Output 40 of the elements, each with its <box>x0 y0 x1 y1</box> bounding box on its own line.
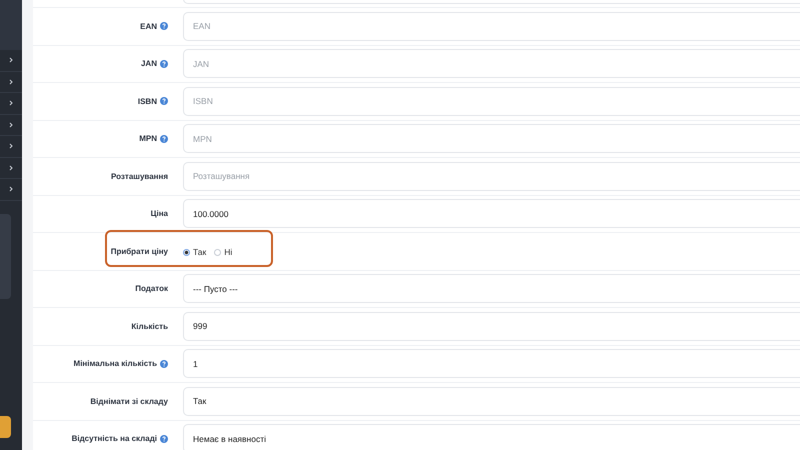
sidebar-button[interactable] <box>0 416 11 438</box>
chevron-icon[interactable] <box>9 143 13 150</box>
select-field[interactable]: Так <box>183 386 800 416</box>
field-label: Відсутність на складі <box>72 434 157 444</box>
chevron-icon[interactable] <box>9 78 13 85</box>
field-label: JAN <box>140 59 157 68</box>
select-field[interactable]: Немає в наявності <box>183 424 800 450</box>
sidebar-header <box>0 0 22 50</box>
chevron-icon[interactable] <box>9 122 13 128</box>
field-label: Мінімальна кількість <box>74 359 157 368</box>
radio-option[interactable]: Ні <box>214 247 232 258</box>
input-field[interactable]: MPN <box>183 124 800 154</box>
help-icon <box>160 97 168 106</box>
field-label: Кількість <box>131 322 168 331</box>
field-label: Ціна <box>150 209 168 218</box>
input-field[interactable]: 100.0000 <box>183 199 800 228</box>
chevron-icon[interactable] <box>9 57 13 64</box>
input-field[interactable]: 999 <box>183 312 800 341</box>
help-icon <box>160 134 168 143</box>
field-label: Податок <box>135 284 168 294</box>
input-field[interactable]: JAN <box>183 49 800 78</box>
field-label: Розташування <box>111 172 168 181</box>
select-field[interactable]: --- Пусто --- <box>183 274 800 304</box>
input-field[interactable]: 1 <box>183 349 800 378</box>
chevron-icon[interactable] <box>9 164 13 171</box>
help-icon <box>160 434 168 443</box>
field-label: EAN <box>140 22 157 31</box>
input-field[interactable]: Розташування <box>183 162 800 191</box>
help-icon <box>160 60 168 68</box>
help-icon <box>160 22 168 30</box>
chevron-icon[interactable] <box>9 186 13 192</box>
help-icon <box>160 360 168 368</box>
input-field[interactable]: ISBN <box>183 86 800 116</box>
chevron-icon[interactable] <box>9 100 13 106</box>
input-field[interactable]: EAN <box>183 12 800 41</box>
field-label: ISBN <box>138 96 157 106</box>
field-label: Прибрати ціну <box>110 246 168 256</box>
radio-option[interactable]: Так <box>183 247 206 258</box>
field-label: MPN <box>139 134 157 144</box>
field-label: Віднімати зі складу <box>90 396 168 406</box>
